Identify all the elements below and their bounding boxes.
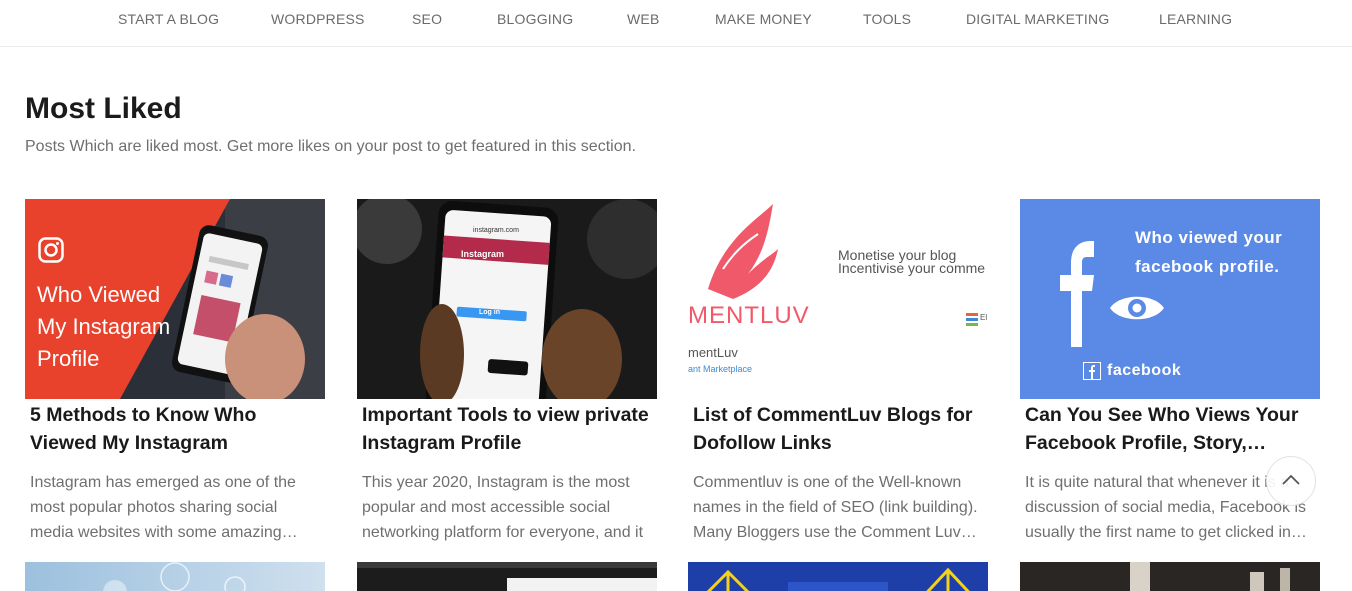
eye-icon — [1108, 291, 1166, 330]
thumbnail-text: facebook profile. — [1135, 257, 1280, 276]
post-card[interactable]: Who Viewed My Instagram Profile 5 Method… — [25, 199, 325, 545]
thumbnail-text: Instagram — [461, 249, 505, 259]
nav-learning[interactable]: LEARNING — [1159, 11, 1232, 27]
top-navigation: START A BLOG WORDPRESS SEO BLOGGING WEB … — [0, 0, 1352, 47]
facebook-small-icon — [1083, 362, 1101, 385]
post-card[interactable]: MENTLUV Monetise your blog Incentivise y… — [688, 199, 988, 545]
nav-start-a-blog[interactable]: START A BLOG — [118, 11, 219, 27]
post-excerpt: Commentluv is one of the Well-known name… — [693, 474, 978, 541]
post-thumbnail[interactable] — [1020, 562, 1320, 591]
nav-digital-marketing[interactable]: DIGITAL MARKETING — [966, 11, 1109, 27]
thumbnail-background — [103, 562, 246, 591]
thumbnail-text: Log in — [479, 309, 500, 316]
post-thumbnail[interactable] — [688, 562, 988, 591]
section-subtitle: Posts Which are liked most. Get more lik… — [25, 138, 636, 155]
nav-make-money[interactable]: MAKE MONEY — [715, 11, 812, 27]
thumbnail-text: ant Marketplace — [688, 364, 753, 374]
thumbnail-text: My Instagram — [37, 314, 171, 339]
post-thumbnail[interactable]: Who viewed your facebook profile. facebo… — [1020, 199, 1320, 399]
post-title[interactable]: Important Tools to view private Instagra… — [362, 401, 652, 457]
thumbnail-text: El — [980, 313, 988, 322]
scroll-to-top-button[interactable] — [1266, 456, 1316, 506]
facebook-icon — [1058, 241, 1094, 352]
post-excerpt: Instagram has emerged as one of the most… — [30, 474, 296, 541]
thumbnail-text: Who viewed your — [1135, 228, 1283, 247]
post-thumbnail[interactable] — [25, 562, 325, 591]
post-thumbnail[interactable]: MENTLUV Monetise your blog Incentivise y… — [688, 199, 988, 399]
post-thumbnail[interactable] — [357, 562, 657, 591]
post-excerpt: This year 2020, Instagram is the most po… — [362, 474, 644, 541]
thumbnail-text: Incentivise your comme — [838, 260, 986, 276]
chevron-up-icon — [1282, 474, 1300, 485]
post-thumbnail[interactable]: instagram.com Instagram Log in — [357, 199, 657, 399]
post-card[interactable]: instagram.com Instagram Log in Important… — [357, 199, 657, 545]
nav-web[interactable]: WEB — [627, 11, 660, 27]
post-title[interactable]: 5 Methods to Know Who Viewed My Instagra… — [30, 401, 320, 457]
post-title[interactable]: List of CommentLuv Blogs for Dofollow Li… — [693, 401, 983, 457]
nav-wordpress[interactable]: WORDPRESS — [271, 11, 365, 27]
thumbnail-text: Who Viewed — [37, 282, 161, 307]
thumbnail-background — [706, 567, 970, 591]
thumbnail-text: instagram.com — [473, 227, 519, 234]
post-title[interactable]: Can You See Who Views Your Facebook Prof… — [1025, 401, 1315, 457]
post-thumbnail[interactable]: Who Viewed My Instagram Profile — [25, 199, 325, 399]
section-title: Most Liked — [25, 92, 182, 125]
thumbnail-background — [1130, 562, 1290, 591]
thumbnail-text: MENTLUV — [688, 302, 810, 329]
instagram-icon — [38, 237, 64, 268]
nav-blogging[interactable]: BLOGGING — [497, 11, 573, 27]
thumbnail-text: Profile — [37, 346, 100, 371]
nav-seo[interactable]: SEO — [412, 11, 442, 27]
thumbnail-text: facebook — [1107, 362, 1182, 379]
nav-tools[interactable]: TOOLS — [863, 11, 911, 27]
thumbnail-background — [357, 562, 657, 591]
thumbnail-text: mentLuv — [688, 345, 738, 360]
